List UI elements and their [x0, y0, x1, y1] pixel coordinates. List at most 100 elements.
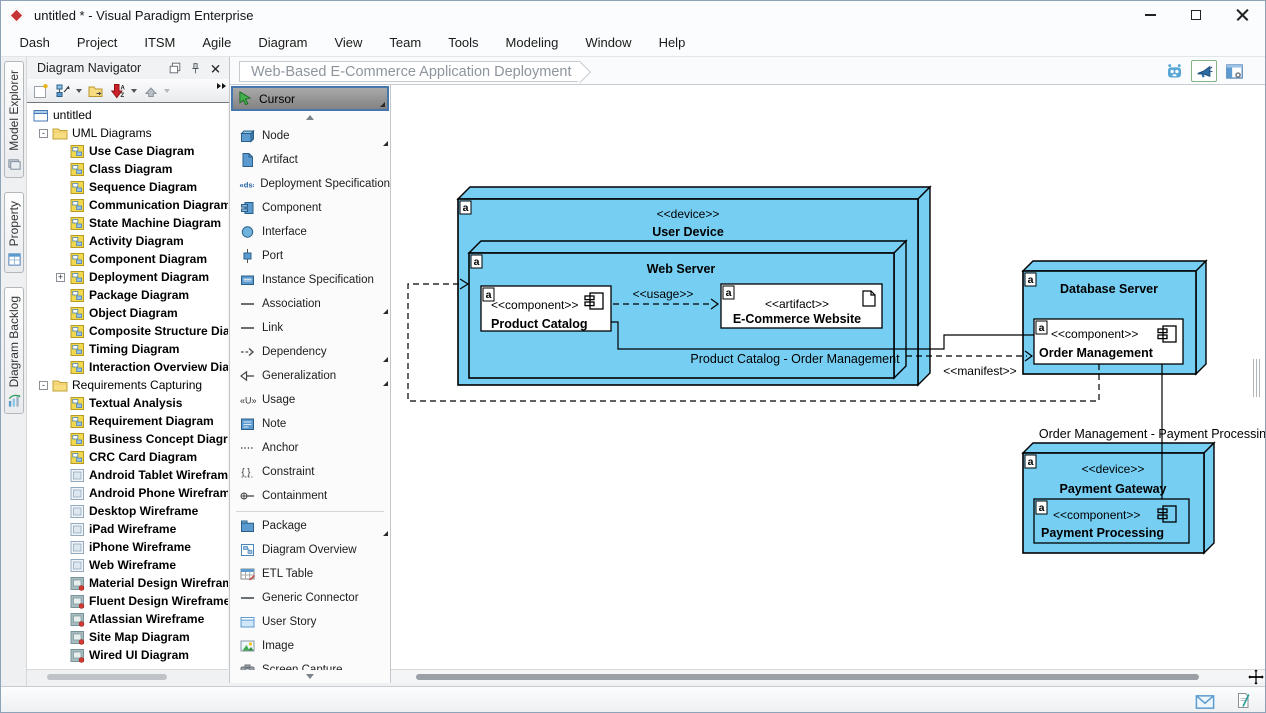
sort-button[interactable]: [107, 81, 128, 101]
sort-dropdown[interactable]: [131, 89, 137, 93]
menu-item[interactable]: Project: [63, 29, 130, 56]
component-payment-processing[interactable]: <<component>> Payment Processing a: [1034, 499, 1189, 543]
tree-expander[interactable]: [56, 363, 69, 372]
tree-expander[interactable]: [56, 165, 69, 174]
tree-expander[interactable]: [56, 273, 69, 282]
tree-item[interactable]: Timing Diagram: [31, 340, 228, 358]
tree-item[interactable]: Deployment Diagram: [31, 268, 228, 286]
tree-item[interactable]: Wired UI Diagram: [31, 646, 228, 664]
palette-tool[interactable]: Constraint: [230, 460, 390, 484]
tree-item[interactable]: Use Case Diagram: [31, 142, 228, 160]
diagram-canvas[interactable]: <<device>> User Device a Web Server a Da…: [391, 85, 1266, 669]
tree-expander[interactable]: [56, 345, 69, 354]
tree-item[interactable]: Web Wireframe: [31, 556, 228, 574]
tree-horizontal-scrollbar[interactable]: [27, 669, 228, 683]
tree-item[interactable]: Composite Structure Diagram: [31, 322, 228, 340]
model-structure-dropdown[interactable]: [76, 89, 82, 93]
layout-settings-button[interactable]: [1221, 60, 1247, 82]
tree-expander[interactable]: [56, 327, 69, 336]
tree-expander[interactable]: [56, 525, 69, 534]
tree-item[interactable]: Sequence Diagram: [31, 178, 228, 196]
association-label-om-pp[interactable]: Order Management - Payment Processing: [1039, 427, 1266, 441]
side-tab[interactable]: Model Explorer: [4, 61, 24, 178]
palette-tool[interactable]: Node: [230, 124, 390, 148]
tree-item[interactable]: iPhone Wireframe: [31, 538, 228, 556]
palette-tool[interactable]: Interface: [230, 220, 390, 244]
tree-item[interactable]: Textual Analysis: [31, 394, 228, 412]
tree-item[interactable]: Android Phone Wireframe: [31, 484, 228, 502]
palette-tool[interactable]: Association: [230, 292, 390, 316]
palette-tool-cursor[interactable]: Cursor: [231, 86, 389, 111]
palette-tool[interactable]: ETL Table: [230, 562, 390, 586]
new-diagram-button[interactable]: [30, 81, 51, 101]
menu-item[interactable]: Tools: [435, 29, 492, 56]
component-order-management[interactable]: <<component>> Order Management a: [1034, 319, 1183, 364]
toolbar-overflow-button[interactable]: [216, 83, 226, 89]
tree-expander[interactable]: [39, 381, 52, 390]
palette-tool[interactable]: Image: [230, 634, 390, 658]
palette-tool[interactable]: Generic Connector: [230, 586, 390, 610]
tree-item[interactable]: State Machine Diagram: [31, 214, 228, 232]
tree-item[interactable]: CRC Card Diagram: [31, 448, 228, 466]
tree-scrollbar-thumb[interactable]: [47, 674, 167, 680]
palette-tool[interactable]: Note: [230, 412, 390, 436]
palette-tool[interactable]: Usage: [230, 388, 390, 412]
menu-item[interactable]: Help: [645, 29, 699, 56]
tree-item[interactable]: UML Diagrams: [31, 124, 228, 142]
tree-expander[interactable]: [39, 129, 52, 138]
tree-item[interactable]: Desktop Wireframe: [31, 502, 228, 520]
tree-expander[interactable]: [56, 309, 69, 318]
artifact-ecommerce-website[interactable]: <<artifact>> E-Commerce Website a: [721, 284, 882, 328]
tree-expander[interactable]: [56, 453, 69, 462]
tree-expander[interactable]: [56, 579, 69, 588]
open-folder-button[interactable]: [85, 81, 106, 101]
tree-expander[interactable]: [56, 183, 69, 192]
pin-panel-button[interactable]: [187, 60, 203, 76]
tree-item[interactable]: Site Map Diagram: [31, 628, 228, 646]
usage-label[interactable]: <<usage>>: [633, 287, 694, 301]
menu-item[interactable]: ITSM: [131, 29, 189, 56]
tree-expander[interactable]: [56, 597, 69, 606]
menu-item[interactable]: Team: [376, 29, 435, 56]
tree-item[interactable]: Package Diagram: [31, 286, 228, 304]
palette-tool[interactable]: Package: [230, 514, 390, 538]
tree-item[interactable]: Material Design Wireframe: [31, 574, 228, 592]
menu-item[interactable]: Modeling: [492, 29, 572, 56]
model-structure-button[interactable]: [52, 81, 73, 101]
tree-expander[interactable]: [56, 651, 69, 660]
palette-scroll-down[interactable]: [231, 670, 388, 682]
menu-item[interactable]: Window: [572, 29, 645, 56]
palette-tool[interactable]: Dependency: [230, 340, 390, 364]
palette-tool[interactable]: Port: [230, 244, 390, 268]
tree-item[interactable]: Object Diagram: [31, 304, 228, 322]
tree-expander[interactable]: [56, 615, 69, 624]
tree-expander[interactable]: [56, 471, 69, 480]
tree-expander[interactable]: [56, 237, 69, 246]
palette-tool[interactable]: Artifact: [230, 148, 390, 172]
tree-expander[interactable]: [56, 543, 69, 552]
collapse-up-button[interactable]: [140, 81, 161, 101]
tree-item[interactable]: Component Diagram: [31, 250, 228, 268]
tree-item[interactable]: Fluent Design Wireframe: [31, 592, 228, 610]
menu-item[interactable]: Dash: [6, 29, 63, 56]
palette-scroll-up[interactable]: [230, 111, 390, 124]
ai-assistant-button[interactable]: [1161, 60, 1187, 82]
announcement-button[interactable]: [1191, 60, 1217, 82]
tree-item[interactable]: Android Tablet Wireframe: [31, 466, 228, 484]
close-button[interactable]: [1219, 1, 1265, 29]
tree-expander[interactable]: [56, 489, 69, 498]
tree-item[interactable]: Activity Diagram: [31, 232, 228, 250]
palette-tool[interactable]: Link: [230, 316, 390, 340]
association-label-pc-om[interactable]: Product Catalog - Order Management: [690, 352, 900, 366]
tree-expander[interactable]: [56, 633, 69, 642]
close-panel-button[interactable]: [207, 60, 223, 76]
tree-item[interactable]: Interaction Overview Diagram: [31, 358, 228, 376]
tree-item[interactable]: Communication Diagram: [31, 196, 228, 214]
minimize-button[interactable]: [1127, 1, 1173, 29]
messages-button[interactable]: [1194, 694, 1216, 713]
tree-expander[interactable]: [56, 219, 69, 228]
tree-item[interactable]: untitled: [31, 106, 228, 124]
side-tab[interactable]: Property: [4, 192, 24, 273]
right-panel-grip[interactable]: [1253, 359, 1261, 397]
palette-tool[interactable]: Generalization: [230, 364, 390, 388]
